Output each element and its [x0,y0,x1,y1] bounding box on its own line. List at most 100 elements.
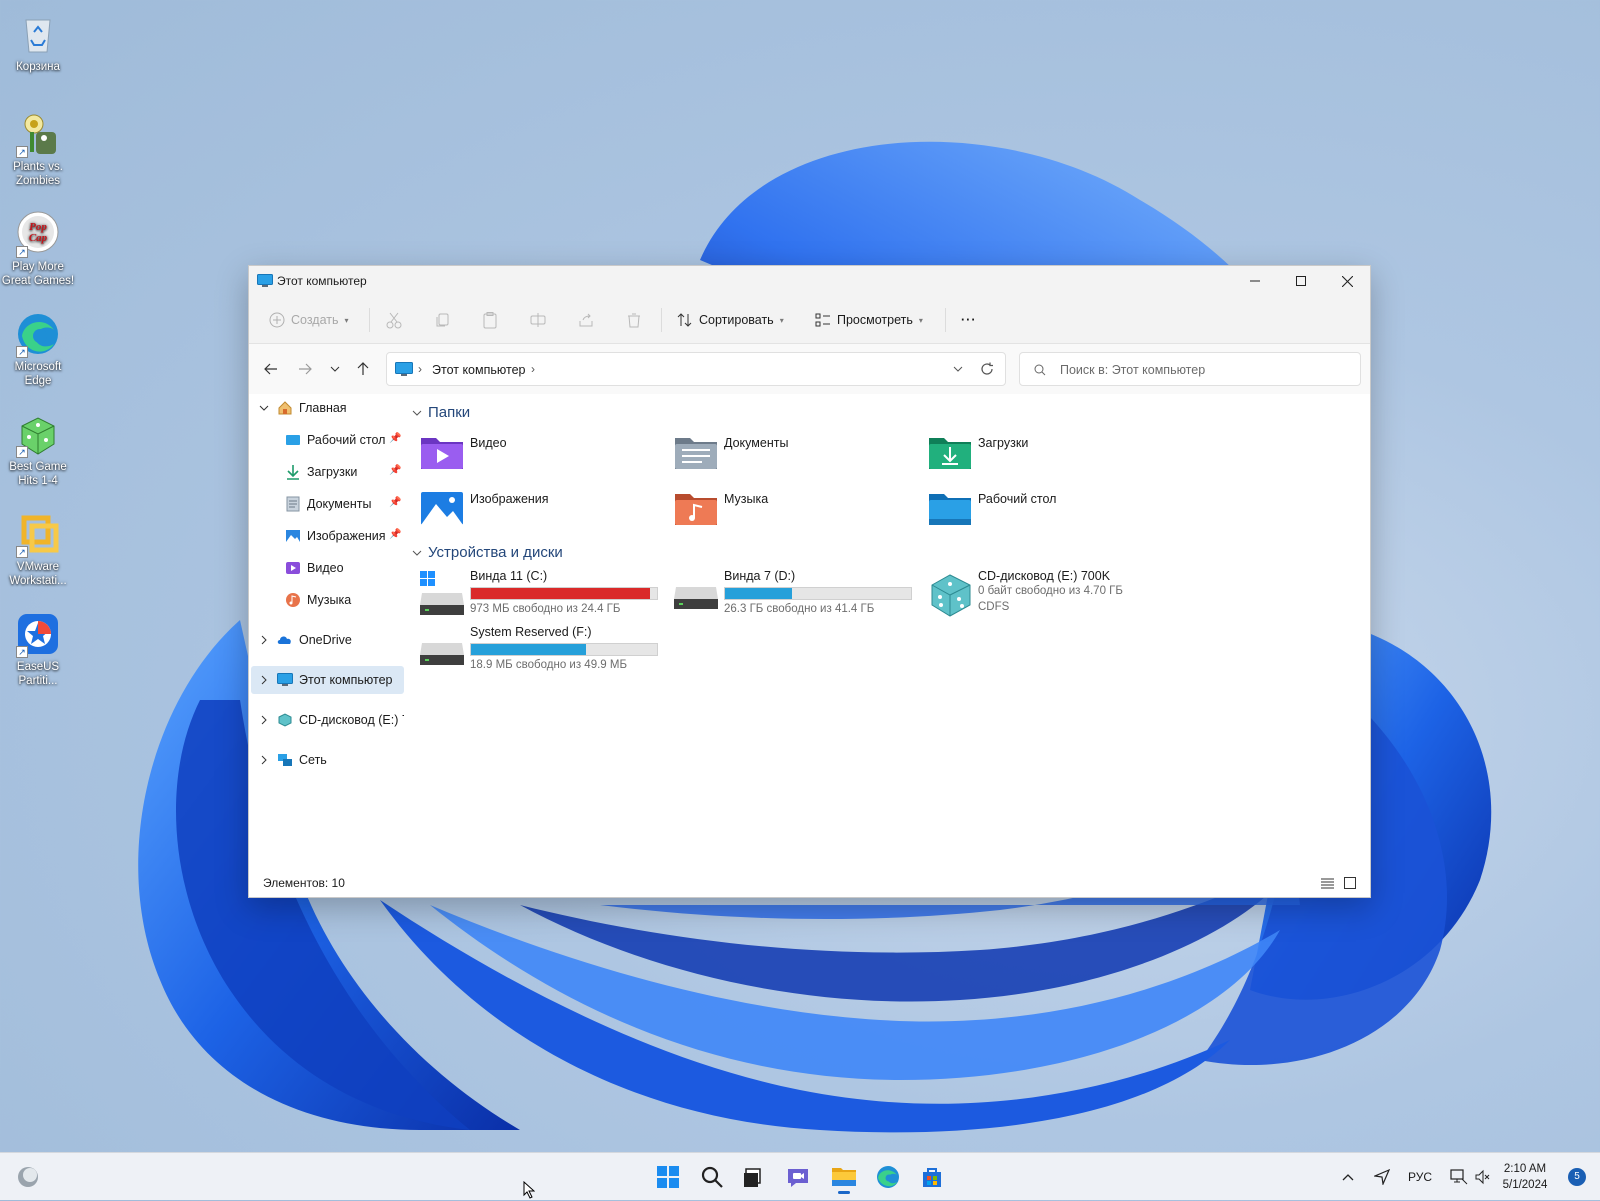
sidebar-item-network[interactable]: Сеть [251,746,404,774]
more-options-button[interactable]: ··· [961,308,977,332]
sidebar-item-music[interactable]: Музыка [251,586,404,614]
rename-button[interactable] [529,308,547,332]
cd-drive-icon [931,574,971,617]
widgets-icon [18,1167,38,1187]
desktop-icon-popcap[interactable]: Pop Cap ↗ Play More Great Games! [0,202,76,288]
clock[interactable]: 2:10 AM 5/1/2024 [1490,1161,1560,1193]
back-button[interactable] [261,359,281,379]
show-hidden-icons-button[interactable] [1342,1153,1354,1201]
hard-drive-icon [674,587,718,609]
search-icon [1034,364,1046,376]
sidebar-item-this-pc[interactable]: Этот компьютер [251,666,404,694]
dice-icon: ↗ [14,410,62,458]
desktop-icon-edge[interactable]: ↗ Microsoft Edge [0,302,76,388]
drive-usage-fill [471,588,650,599]
sidebar-item-documents[interactable]: Документы 📌 [251,490,404,518]
view-button[interactable]: Просмотреть ▾ [815,308,923,332]
recent-locations-button[interactable] [325,359,345,379]
desktop-icon-easeus[interactable]: ↗ EaseUS Partiti... [0,602,76,688]
music-icon [286,593,300,607]
drive-c[interactable]: Винда 11 (C:) 973 МБ свободно из 24.4 ГБ [412,569,662,619]
folder-music[interactable]: Музыка [666,486,906,526]
refresh-icon[interactable] [980,362,994,376]
address-row: › Этот компьютер › Поиск в: Этот компьют… [249,344,1370,394]
widgets-button[interactable] [10,1159,46,1195]
search-button[interactable] [694,1159,730,1195]
minimize-icon [1250,280,1260,282]
chevron-down-icon[interactable] [953,366,963,372]
content-pane: Папки Видео Документы Загрузки Изображен… [406,394,1370,869]
plants-vs-zombies-icon: ↗ [14,110,62,158]
svg-text:Cap: Cap [29,232,48,244]
window-title: Этот компьютер [277,274,367,288]
sidebar-item-home[interactable]: Главная [251,394,404,422]
sidebar-item-downloads[interactable]: Загрузки 📌 [251,458,404,486]
network-button[interactable] [1450,1153,1468,1201]
file-explorer-taskbar-button[interactable] [826,1159,862,1195]
folder-pictures[interactable]: Изображения [412,486,652,526]
start-button[interactable] [650,1159,686,1195]
folder-downloads[interactable]: Загрузки [920,430,1160,470]
create-button[interactable]: Создать ▾ [269,308,349,332]
task-view-button[interactable] [736,1159,772,1195]
cut-button[interactable] [385,308,403,332]
desktop-icon-vmware[interactable]: ↗ VMware Workstati... [0,502,76,588]
breadcrumb[interactable]: Этот компьютер [432,363,525,377]
desktop-icon-plants-vs-zombies[interactable]: ↗ Plants vs. Zombies [0,102,76,188]
drive-cd-e[interactable]: CD-дисковод (E:) 700K 0 байт свободно из… [920,569,1170,619]
rename-icon [530,313,546,327]
store-icon [923,1168,941,1187]
maximize-button[interactable] [1278,266,1324,296]
language-indicator[interactable]: РУС [1408,1153,1432,1201]
drive-f[interactable]: System Reserved (F:) 18.9 МБ свободно из… [412,625,662,675]
chevron-right-icon[interactable] [259,715,269,725]
delete-button[interactable] [625,308,643,332]
sidebar-item-onedrive[interactable]: OneDrive [251,626,404,654]
share-button[interactable] [577,308,595,332]
paste-button[interactable] [481,308,499,332]
breadcrumb-separator-icon[interactable]: › [531,362,535,376]
desktop-icon-recycle-bin[interactable]: Корзина [0,2,76,74]
desktop-icon-best-game-hits[interactable]: ↗ Best Game Hits 1-4 [0,402,76,488]
chevron-right-icon[interactable] [259,675,269,685]
cut-icon [386,312,402,329]
sidebar-item-desktop[interactable]: Рабочий стол 📌 [251,426,404,454]
volume-button[interactable] [1474,1153,1490,1201]
chevron-down-icon[interactable] [259,403,269,413]
location-button[interactable] [1374,1153,1390,1201]
minimize-button[interactable] [1232,266,1278,296]
address-bar[interactable]: › Этот компьютер › [386,352,1006,386]
edge-icon: ↗ [14,310,62,358]
details-view-icon[interactable] [1321,878,1334,889]
folders-section-header[interactable]: Папки [412,404,470,421]
devices-section-header[interactable]: Устройства и диски [412,544,563,561]
drive-usage-fill [725,588,792,599]
title-bar[interactable]: Этот компьютер [249,266,1370,296]
folder-documents[interactable]: Документы [666,430,906,470]
large-icons-view-icon[interactable] [1344,877,1356,889]
sidebar-item-videos[interactable]: Видео [251,554,404,582]
pin-icon: 📌 [389,465,402,476]
store-taskbar-button[interactable] [914,1159,950,1195]
sidebar-item-pictures[interactable]: Изображения 📌 [251,522,404,550]
chevron-right-icon[interactable] [259,635,269,645]
copy-button[interactable] [433,308,451,332]
search-icon [701,1166,723,1188]
folder-videos[interactable]: Видео [412,430,652,470]
drive-d[interactable]: Винда 7 (D:) 26.3 ГБ свободно из 41.4 ГБ [666,569,916,619]
up-button[interactable] [353,359,373,379]
file-explorer-icon [832,1168,856,1186]
videos-folder-icon [421,438,463,469]
close-button[interactable] [1324,266,1370,296]
chevron-down-icon [330,366,340,372]
sidebar-item-cd-drive[interactable]: CD-дисковод (E:) 70 [251,706,404,734]
chat-button[interactable] [780,1159,816,1195]
folder-desktop[interactable]: Рабочий стол [920,486,1160,526]
edge-taskbar-button[interactable] [870,1159,906,1195]
sort-button[interactable]: Сортировать ▾ [677,308,784,332]
documents-icon [286,496,300,512]
search-input[interactable]: Поиск в: Этот компьютер [1019,352,1361,386]
forward-button[interactable] [295,359,315,379]
notification-badge[interactable]: 5 [1568,1168,1586,1186]
chevron-right-icon[interactable] [259,755,269,765]
